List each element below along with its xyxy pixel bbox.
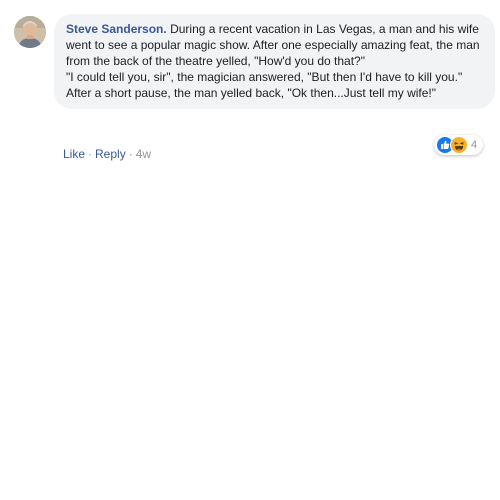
comment-text-line-2: "I could tell you, sir", the magician an… <box>66 70 463 84</box>
comment-first-paragraph: Steve Sanderson. During a recent vacatio… <box>66 21 483 69</box>
reaction-count: 4 <box>471 139 478 151</box>
comment-bubble: Steve Sanderson. During a recent vacatio… <box>54 14 495 109</box>
comment-text-line-3: After a short pause, the man yelled back… <box>66 86 437 100</box>
haha-icon <box>450 136 468 154</box>
separator-dot: · <box>88 147 93 161</box>
author-name[interactable]: Steve Sanderson. <box>66 22 167 36</box>
separator-dot: · <box>128 147 133 161</box>
avatar[interactable] <box>14 16 46 48</box>
comment-actions: Like · Reply · 4w <box>63 146 151 162</box>
timestamp[interactable]: 4w <box>136 147 151 161</box>
reply-button[interactable]: Reply <box>95 147 126 161</box>
reactions-summary[interactable]: 4 <box>434 135 484 155</box>
like-button[interactable]: Like <box>63 147 85 161</box>
avatar-image <box>14 16 46 48</box>
